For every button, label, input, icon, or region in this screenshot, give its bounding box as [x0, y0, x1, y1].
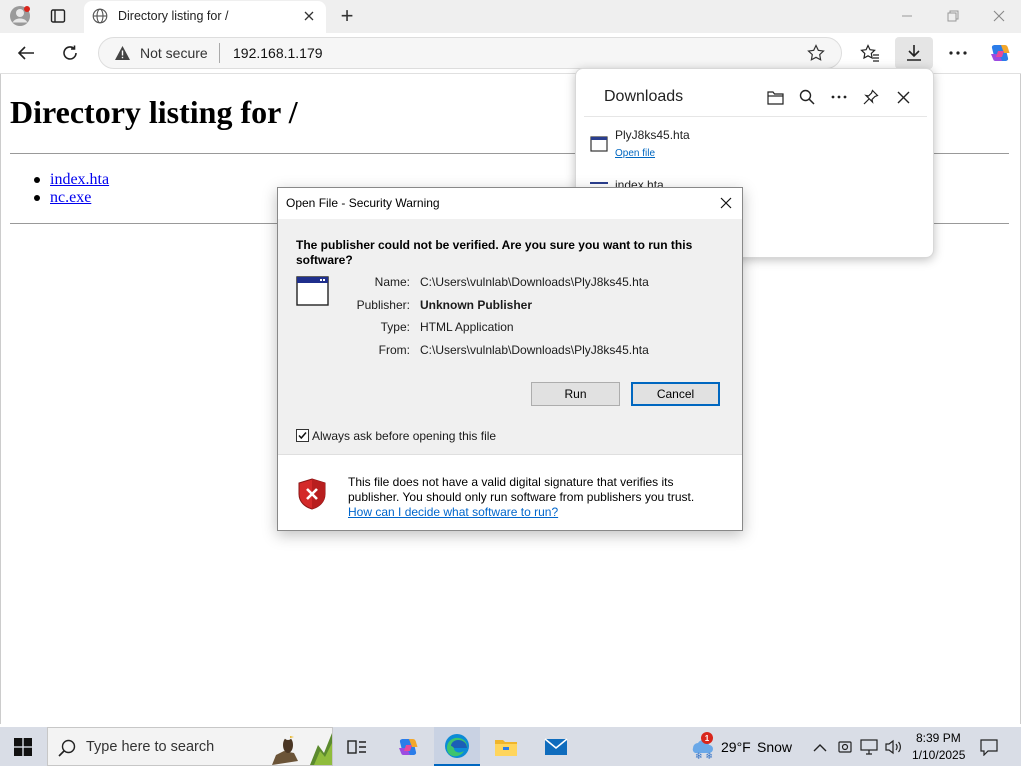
- always-ask-label[interactable]: Always ask before opening this file: [312, 429, 496, 443]
- mail-icon[interactable]: [533, 727, 579, 766]
- file-explorer-icon[interactable]: [483, 727, 529, 766]
- favorites-icon[interactable]: [856, 40, 884, 66]
- weather-badge: 1: [701, 732, 713, 744]
- search-highlight-eagle-icon: [262, 729, 332, 765]
- taskbar-search-box[interactable]: Type here to search: [47, 727, 333, 766]
- chevron-up-icon[interactable]: [811, 737, 829, 757]
- download-filename: PlyJ8ks45.hta: [615, 128, 690, 142]
- svg-text:❄ ❄: ❄ ❄: [695, 752, 713, 760]
- profile-avatar-icon[interactable]: [6, 3, 34, 29]
- new-tab-button[interactable]: +: [336, 3, 358, 28]
- application-icon: [296, 276, 329, 306]
- run-button[interactable]: Run: [531, 382, 620, 406]
- copilot-taskbar-icon[interactable]: [385, 727, 431, 766]
- tab-title: Directory listing for /: [118, 9, 229, 23]
- close-window-icon[interactable]: [986, 4, 1012, 28]
- pin-icon[interactable]: [860, 86, 882, 108]
- list-bullet: [34, 177, 40, 183]
- back-arrow-icon[interactable]: [12, 40, 40, 66]
- close-downloads-icon[interactable]: [892, 86, 914, 108]
- windows-logo-icon: [14, 737, 32, 756]
- start-button[interactable]: [0, 727, 46, 766]
- name-value: C:\Users\vulnlab\Downloads\PlyJ8ks45.hta: [420, 275, 649, 289]
- weather-temperature[interactable]: 29°F: [721, 739, 751, 755]
- tab-active[interactable]: Directory listing for /: [84, 1, 326, 34]
- always-ask-checkbox[interactable]: [296, 429, 309, 442]
- url-text[interactable]: 192.168.1.179: [233, 45, 323, 61]
- network-icon[interactable]: [859, 737, 879, 757]
- search-downloads-icon[interactable]: [796, 86, 818, 108]
- address-bar[interactable]: Not secure 192.168.1.179: [98, 37, 842, 69]
- page-heading: Directory listing for /: [10, 94, 298, 130]
- publisher-label: Publisher:: [356, 298, 410, 312]
- dialog-warning-area: This file does not have a valid digital …: [278, 454, 742, 530]
- hta-file-icon: [590, 182, 608, 184]
- address-divider: [219, 43, 220, 63]
- file-link-index-hta[interactable]: index.hta: [50, 171, 109, 189]
- download-filename: index.hta: [615, 178, 664, 187]
- task-view-icon[interactable]: [334, 727, 380, 766]
- notifications-icon[interactable]: [978, 737, 1000, 757]
- weather-snow-icon[interactable]: ❄ ❄ 1: [688, 732, 714, 760]
- warning-text: This file does not have a valid digital …: [348, 475, 695, 504]
- clock-time[interactable]: 8:39 PM: [916, 731, 961, 745]
- search-icon: [58, 739, 76, 757]
- list-bullet: [34, 195, 40, 201]
- more-options-icon[interactable]: [944, 40, 972, 66]
- type-value: HTML Application: [420, 320, 514, 334]
- tab-actions-icon[interactable]: [46, 5, 70, 27]
- dialog-titlebar: Open File - Security Warning: [278, 188, 742, 219]
- from-label: From:: [378, 343, 410, 357]
- restore-icon[interactable]: [940, 4, 966, 28]
- search-placeholder: Type here to search: [86, 739, 215, 755]
- volume-icon[interactable]: [883, 737, 903, 757]
- security-label[interactable]: Not secure: [140, 45, 208, 61]
- open-folder-icon[interactable]: [764, 86, 786, 108]
- favorite-star-icon[interactable]: [807, 44, 825, 62]
- download-arrow-icon: [905, 44, 923, 62]
- hta-file-icon: [590, 135, 608, 153]
- minimize-icon[interactable]: [894, 4, 920, 28]
- publisher-value: Unknown Publisher: [420, 298, 533, 312]
- downloads-more-icon[interactable]: [828, 86, 850, 108]
- downloads-divider: [584, 116, 927, 117]
- name-label: Name:: [374, 275, 410, 289]
- edge-taskbar-icon[interactable]: [434, 727, 480, 766]
- type-label: Type:: [380, 320, 410, 334]
- refresh-icon[interactable]: [56, 40, 84, 66]
- dialog-close-icon[interactable]: [714, 192, 738, 214]
- warning-triangle-icon: [114, 45, 131, 61]
- downloads-title: Downloads: [604, 88, 684, 105]
- meet-now-icon[interactable]: [835, 737, 855, 757]
- help-link[interactable]: How can I decide what software to run?: [348, 505, 558, 519]
- globe-icon: [92, 8, 108, 24]
- file-link-nc-exe[interactable]: nc.exe: [50, 189, 91, 207]
- weather-description[interactable]: Snow: [757, 739, 792, 755]
- security-warning-dialog: Open File - Security Warning The publish…: [277, 187, 743, 531]
- from-value: C:\Users\vulnlab\Downloads\PlyJ8ks45.hta: [420, 343, 649, 357]
- close-tab-icon[interactable]: [300, 7, 318, 25]
- downloads-button[interactable]: [895, 37, 933, 69]
- download-item[interactable]: index.hta: [576, 173, 933, 187]
- download-item[interactable]: PlyJ8ks45.hta Open file: [576, 123, 933, 167]
- open-file-link[interactable]: Open file: [615, 148, 655, 159]
- shield-warning-icon: [298, 478, 326, 510]
- cancel-button[interactable]: Cancel: [631, 382, 720, 406]
- dialog-question: The publisher could not be verified. Are…: [296, 238, 693, 267]
- clock-date[interactable]: 1/10/2025: [912, 748, 965, 762]
- dialog-title: Open File - Security Warning: [286, 196, 440, 210]
- copilot-icon[interactable]: [986, 40, 1014, 66]
